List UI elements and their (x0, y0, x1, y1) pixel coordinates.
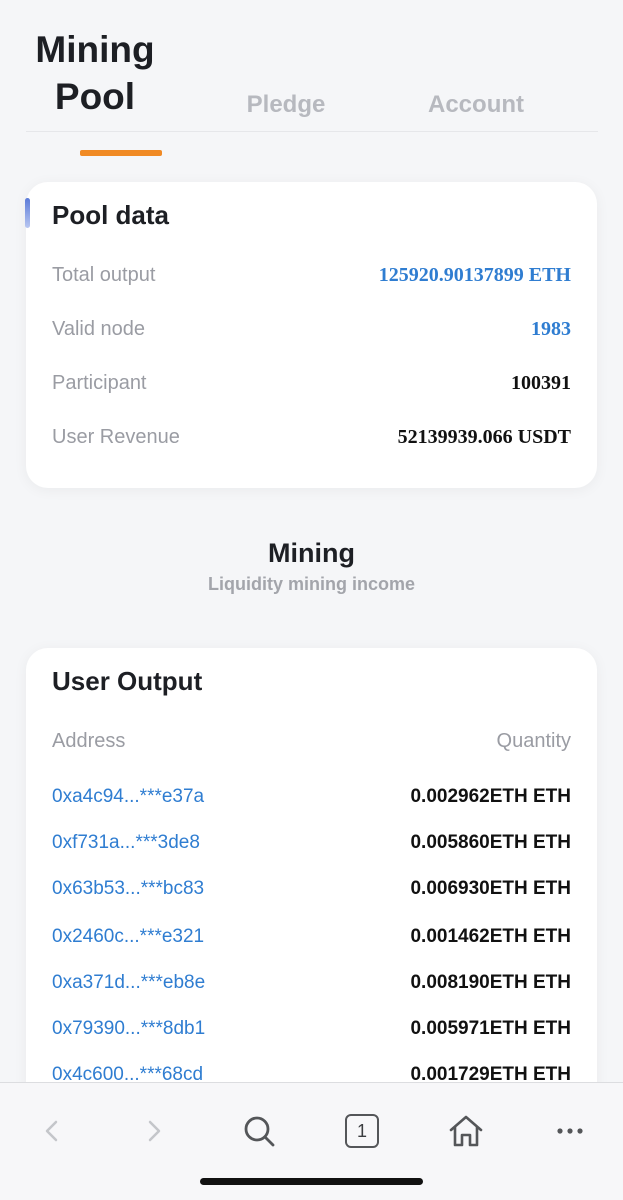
home-icon (449, 1115, 483, 1147)
card-accent-bar (25, 198, 30, 228)
output-quantity: 0.008190ETH ETH (410, 972, 571, 993)
output-address-link[interactable]: 0x63b53...***bc83 (52, 878, 204, 900)
output-row: 0x63b53...***bc83 0.006930ETH ETH (52, 874, 571, 904)
forward-icon (148, 1120, 161, 1142)
more-icon (557, 1128, 583, 1134)
output-address-link[interactable]: 0x79390...***8db1 (52, 1018, 205, 1040)
output-address-link[interactable]: 0xa371d...***eb8e (52, 972, 205, 994)
valid-node-label: Valid node (52, 317, 146, 340)
user-revenue-label: User Revenue (52, 425, 180, 448)
tab-mining-pool-line2: Pool (54, 76, 136, 117)
output-quantity: 0.006930ETH ETH (410, 878, 571, 899)
participant-value: 100391 (511, 371, 571, 394)
user-output-header: Address Quantity (52, 730, 571, 753)
pool-row-total-output: Total output 125920.90137899 ETH (52, 260, 571, 290)
forward-button[interactable] (132, 1109, 176, 1153)
home-button[interactable] (444, 1109, 488, 1153)
mining-section-title: Mining (268, 538, 355, 568)
tabs-icon: 1 (345, 1114, 379, 1148)
output-row: 0xa371d...***eb8e 0.008190ETH ETH (52, 968, 571, 998)
output-row: 0xa4c94...***e37a 0.002962ETH ETH (52, 782, 571, 812)
user-output-card: User Output Address Quantity 0xa4c94...*… (26, 648, 597, 1118)
tab-mining-pool[interactable]: Mining Pool (26, 26, 164, 156)
total-output-value: 125920.90137899 ETH (378, 263, 571, 286)
pool-row-user-revenue: User Revenue 52139939.066 USDT (52, 422, 571, 452)
output-quantity: 0.005860ETH ETH (410, 832, 571, 853)
output-quantity: 0.001462ETH ETH (410, 926, 571, 947)
tab-account[interactable]: Account (414, 90, 538, 120)
quantity-column-header: Quantity (496, 730, 571, 752)
valid-node-value: 1983 (531, 317, 571, 340)
back-button[interactable] (30, 1109, 74, 1153)
pool-row-valid-node: Valid node 1983 (52, 314, 571, 344)
participant-label: Participant (52, 371, 147, 394)
output-row: 0x2460c...***e321 0.001462ETH ETH (52, 922, 571, 952)
output-row: 0xf731a...***3de8 0.005860ETH ETH (52, 828, 571, 858)
user-revenue-value: 52139939.066 USDT (397, 425, 571, 448)
pool-data-card: Pool data Total output 125920.90137899 E… (25, 182, 597, 488)
output-quantity: 0.005971ETH ETH (410, 1018, 571, 1039)
output-quantity: 0.002962ETH ETH (410, 786, 571, 807)
search-icon (244, 1116, 275, 1147)
back-icon (45, 1120, 58, 1142)
tab-pledge[interactable]: Pledge (226, 90, 346, 120)
pool-row-participant: Participant 100391 (52, 368, 571, 398)
tabs-button[interactable]: 1 (340, 1109, 384, 1153)
user-output-title: User Output (52, 666, 203, 696)
address-column-header: Address (52, 730, 126, 752)
output-address-link[interactable]: 0xa4c94...***e37a (52, 786, 204, 808)
active-tab-indicator (80, 150, 162, 156)
tab-mining-pool-line1: Mining (35, 29, 155, 70)
home-indicator-bar (200, 1178, 423, 1185)
mining-section-subtitle: Liquidity mining income (208, 574, 415, 594)
pool-data-title: Pool data (52, 200, 170, 230)
search-button[interactable] (237, 1109, 281, 1153)
output-address-link[interactable]: 0x2460c...***e321 (52, 926, 204, 948)
output-address-link[interactable]: 0xf731a...***3de8 (52, 832, 200, 854)
output-row: 0x79390...***8db1 0.005971ETH ETH (52, 1014, 571, 1044)
total-output-label: Total output (52, 263, 156, 286)
more-button[interactable] (548, 1109, 592, 1153)
